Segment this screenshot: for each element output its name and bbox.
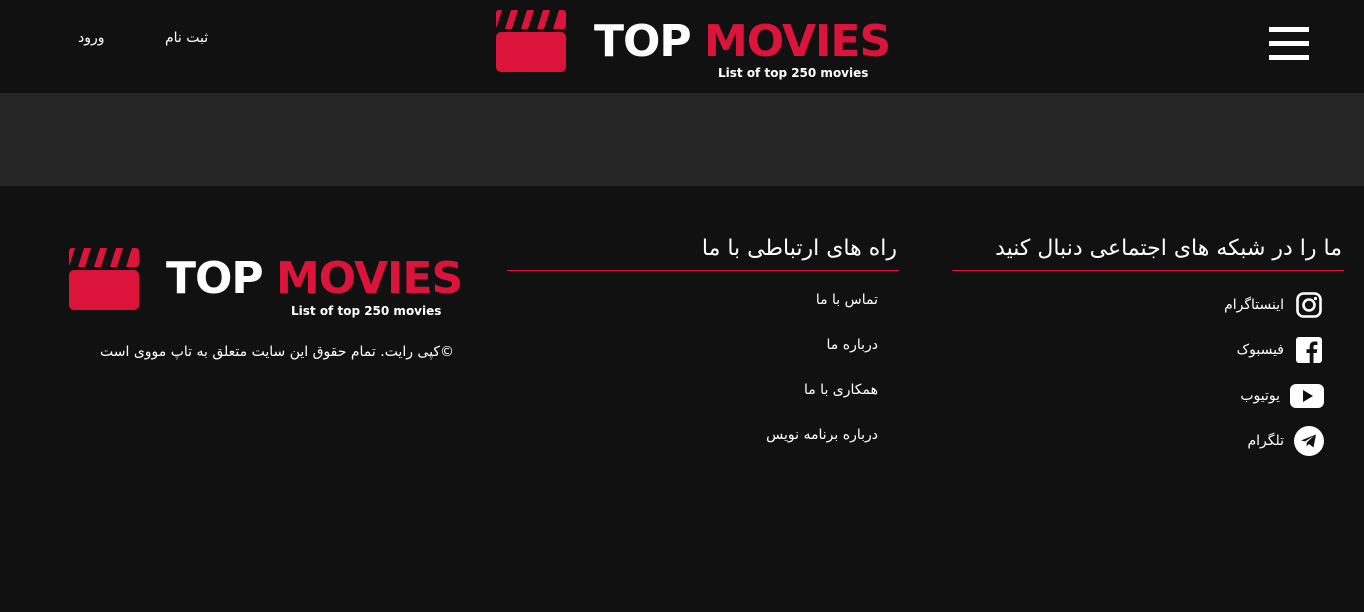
social-item-youtube[interactable]: یوتیوب: [1240, 381, 1324, 411]
contact-link[interactable]: تماس با ما: [816, 292, 878, 308]
logo-word-movies: MOVIES: [704, 16, 891, 67]
clapperboard-icon: [496, 10, 566, 72]
cooperation-link[interactable]: همکاری با ما: [804, 382, 878, 398]
logo-word-top: TOP: [166, 253, 264, 304]
logo-tagline: List of top 250 movies: [291, 304, 442, 318]
about-developer-link[interactable]: درباره برنامه نویس: [766, 427, 878, 443]
social-item-facebook[interactable]: فیسبوک: [1237, 335, 1324, 365]
youtube-icon: [1290, 381, 1324, 411]
site-header: ورود ثبت نام TOP MOVIES List of top 250 …: [0, 0, 1364, 93]
content-band: [0, 93, 1364, 186]
logo-tagline: List of top 250 movies: [718, 66, 869, 80]
facebook-icon: [1294, 335, 1324, 365]
logo-word-movies: MOVIES: [276, 253, 463, 304]
site-footer: ما را در شبکه های اجتماعی دنبال کنید این…: [0, 186, 1364, 612]
social-label: یوتیوب: [1240, 388, 1280, 404]
menu-hamburger-icon[interactable]: [1269, 27, 1309, 61]
about-link[interactable]: درباره ما: [827, 337, 878, 353]
social-title: ما را در شبکه های اجتماعی دنبال کنید: [995, 236, 1342, 261]
login-link[interactable]: ورود: [78, 30, 105, 46]
instagram-icon: [1294, 290, 1324, 320]
register-link[interactable]: ثبت نام: [165, 30, 208, 46]
social-divider: [952, 270, 1344, 271]
telegram-icon: [1294, 426, 1324, 456]
logo-word-top: TOP: [594, 16, 692, 67]
contact-title: راه های ارتباطی با ما: [701, 236, 897, 261]
social-label: اینستاگرام: [1224, 297, 1284, 313]
social-item-instagram[interactable]: اینستاگرام: [1224, 290, 1324, 320]
copyright-text: ©کپی رایت. تمام حقوق این سایت متعلق به ت…: [100, 344, 454, 360]
social-label: فیسبوک: [1236, 342, 1284, 358]
header-logo[interactable]: TOP MOVIES List of top 250 movies: [496, 10, 891, 85]
contact-divider: [507, 270, 899, 271]
footer-logo[interactable]: TOP MOVIES List of top 250 movies: [69, 248, 463, 323]
clapperboard-icon: [69, 248, 139, 310]
social-label: تلگرام: [1247, 433, 1284, 449]
social-item-telegram[interactable]: تلگرام: [1247, 426, 1324, 456]
